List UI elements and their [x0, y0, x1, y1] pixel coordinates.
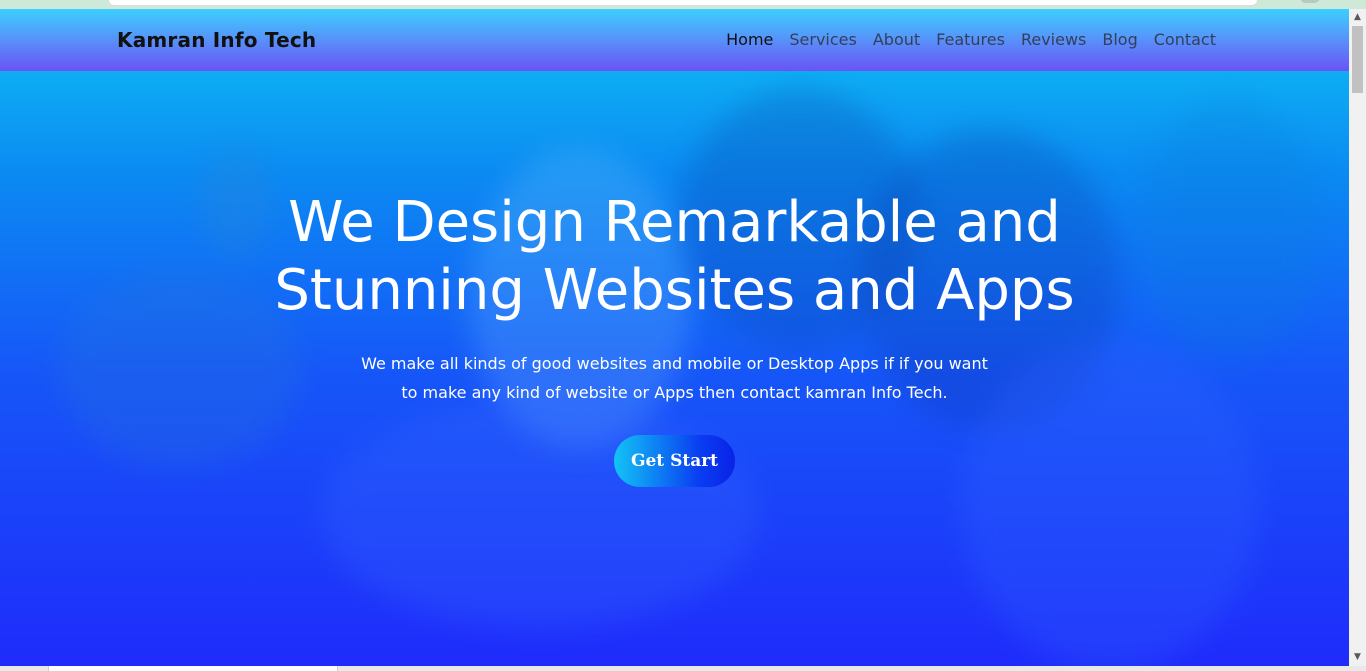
hero-subtitle-line-1: We make all kinds of good websites and m…	[361, 354, 988, 373]
nav-link-blog[interactable]: Blog	[1094, 30, 1145, 49]
nav-link-contact[interactable]: Contact	[1146, 30, 1224, 49]
browser-address-bar[interactable]	[108, 0, 1258, 6]
vertical-scrollbar[interactable]: ▲ ▼	[1349, 9, 1366, 666]
hero-section: We Design Remarkable and Stunning Websit…	[0, 71, 1349, 487]
hero-subtitle: We make all kinds of good websites and m…	[345, 349, 1005, 407]
brand-logo[interactable]: Kamran Info Tech	[117, 28, 316, 52]
get-start-button[interactable]: Get Start	[614, 435, 735, 487]
hero-title: We Design Remarkable and Stunning Websit…	[245, 189, 1105, 325]
scroll-up-arrow-icon[interactable]: ▲	[1349, 9, 1366, 26]
browser-bottom-tab[interactable]	[48, 666, 338, 671]
hero-title-line-2: Stunning Websites and Apps	[274, 258, 1075, 323]
browser-top-bar	[0, 0, 1366, 9]
hero-subtitle-line-2: to make any kind of website or Apps then…	[401, 383, 948, 402]
nav-link-services[interactable]: Services	[781, 30, 864, 49]
hero-title-line-1: We Design Remarkable and	[288, 190, 1061, 255]
nav-link-reviews[interactable]: Reviews	[1013, 30, 1094, 49]
scroll-down-arrow-icon[interactable]: ▼	[1349, 649, 1366, 666]
nav-links: Home Services About Features Reviews Blo…	[718, 30, 1224, 49]
browser-profile-icon[interactable]	[1300, 0, 1320, 3]
scrollbar-thumb[interactable]	[1352, 26, 1363, 93]
nav-link-features[interactable]: Features	[928, 30, 1013, 49]
page-viewport: Kamran Info Tech Home Services About Fea…	[0, 9, 1349, 666]
navbar: Kamran Info Tech Home Services About Fea…	[0, 9, 1349, 71]
nav-link-about[interactable]: About	[865, 30, 928, 49]
nav-link-home[interactable]: Home	[718, 30, 781, 49]
